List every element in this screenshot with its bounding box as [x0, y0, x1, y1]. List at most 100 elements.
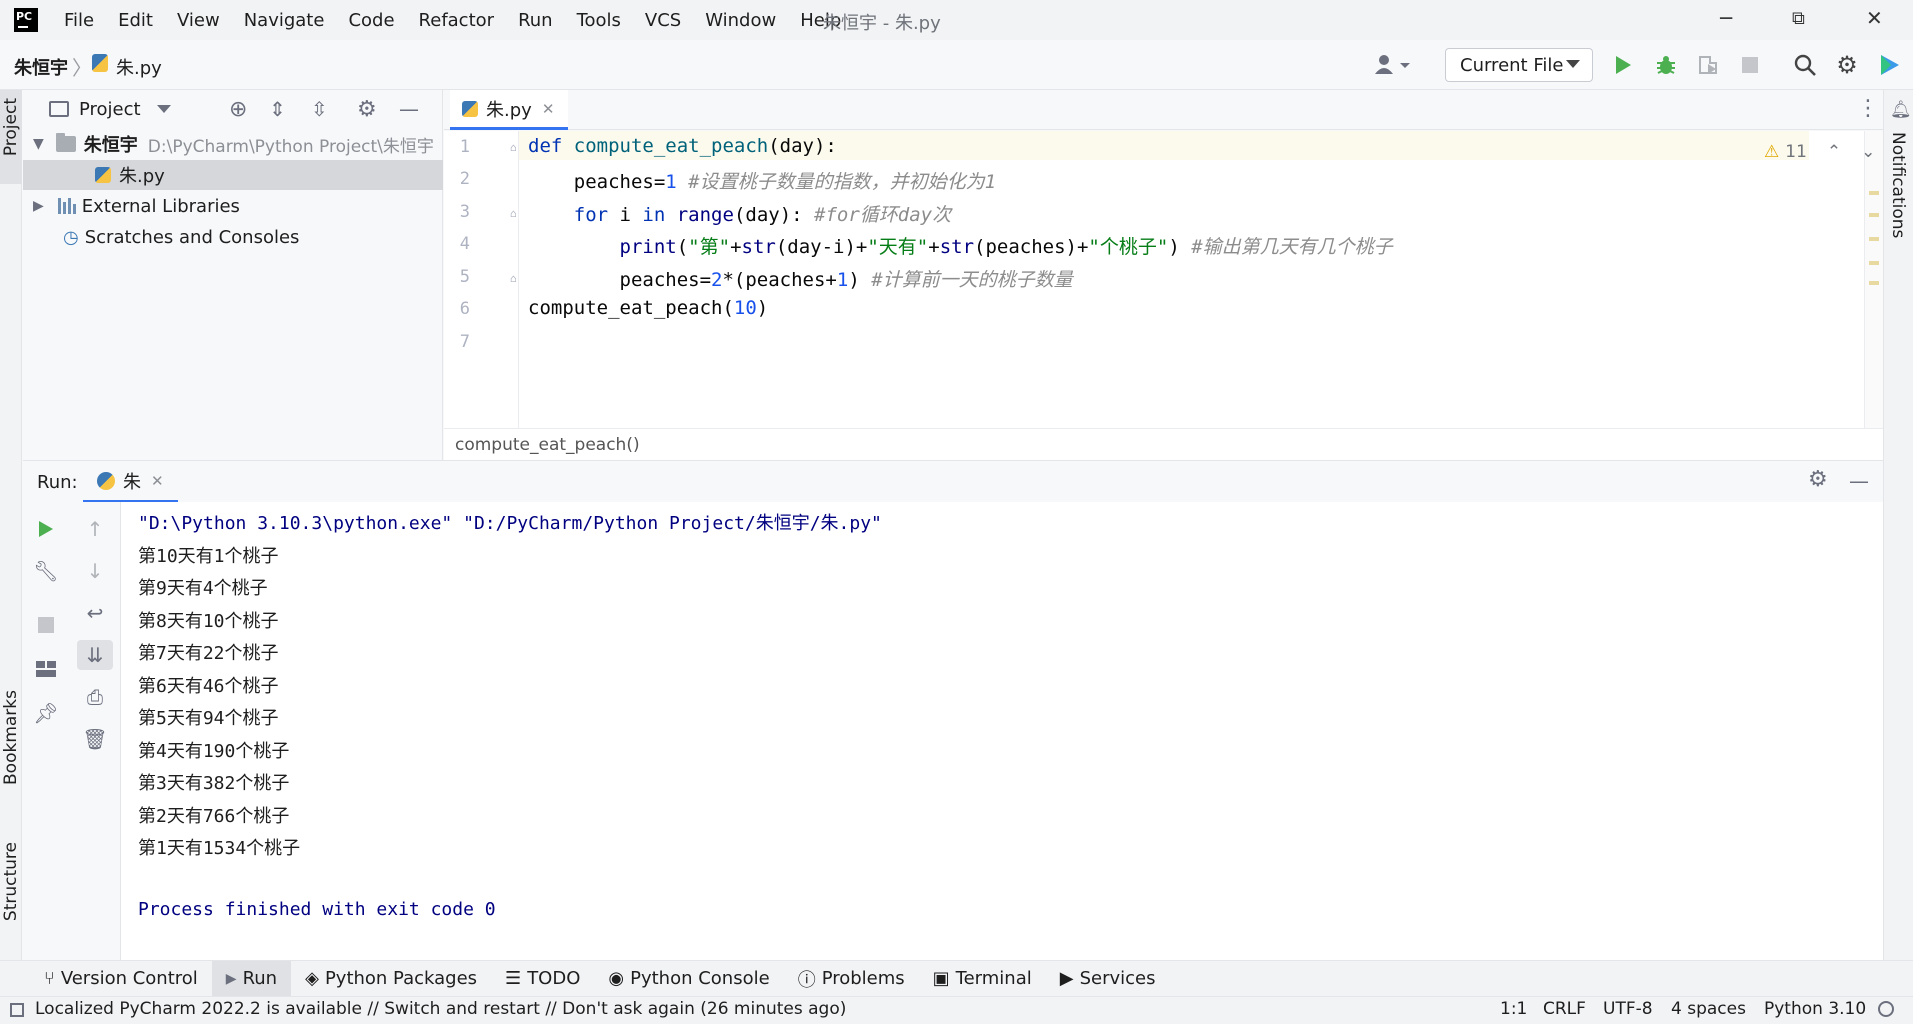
wrench-icon[interactable]: 🔧︎	[23, 556, 69, 586]
structure-tool-button[interactable]: Structure	[1, 842, 21, 921]
settings-gear-icon[interactable]: ⚙	[1834, 51, 1860, 79]
tree-row-external-libraries[interactable]: ▶ External Libraries	[23, 191, 443, 221]
navigation-bar: 朱恒宇 〉 朱.py Current File ⚙	[0, 40, 1913, 90]
fold-marker-icon[interactable]: ⌂	[510, 141, 517, 154]
soft-wrap-icon[interactable]: ↩	[72, 598, 118, 628]
pin-icon[interactable]: 📌︎	[23, 698, 69, 728]
chevron-right-icon[interactable]: ▶	[33, 198, 44, 214]
hide-panel-icon[interactable]: —	[1849, 469, 1869, 493]
run-tab[interactable]: 朱 ✕	[83, 461, 178, 503]
coverage-icon[interactable]	[1695, 52, 1721, 78]
minimize-button[interactable]: ─	[1720, 6, 1732, 30]
menu-edit[interactable]: Edit	[118, 10, 153, 31]
jetbrains-ai-icon[interactable]	[1876, 52, 1902, 78]
close-window-button[interactable]: ✕	[1866, 6, 1883, 30]
project-tool-button[interactable]: Project	[1, 98, 21, 156]
more-options-icon[interactable]: ⋮	[1857, 96, 1879, 121]
packages-icon: ◈	[305, 968, 319, 989]
menu-view[interactable]: View	[177, 10, 220, 31]
toggle-tool-windows-icon[interactable]	[10, 1003, 24, 1017]
options-gear-icon[interactable]: ⚙	[357, 97, 377, 122]
terminal-icon: ▣	[932, 968, 950, 989]
tree-row-root[interactable]: ▼ 朱恒宇 D:\PyCharm\Python Project\朱恒宇	[23, 129, 443, 159]
function-breadcrumb[interactable]: compute_eat_peach()	[455, 435, 640, 455]
chevron-down-icon[interactable]: ▼	[33, 136, 44, 152]
code-line-2: peaches=1 #设置桃子数量的指数，并初始化为1	[528, 171, 997, 193]
bell-icon[interactable]: 🔔︎	[1890, 100, 1912, 120]
trash-icon[interactable]: 🗑︎	[72, 724, 118, 754]
menu-run[interactable]: Run	[518, 10, 553, 31]
python-console-tool-button[interactable]: ◉ Python Console	[594, 961, 783, 997]
file-encoding[interactable]: UTF-8	[1603, 999, 1653, 1019]
chevron-down-icon[interactable]: ⌄	[1861, 142, 1875, 162]
run-configuration-select[interactable]: Current File	[1445, 48, 1593, 82]
status-message[interactable]: Localized PyCharm 2022.2 is available //…	[35, 999, 846, 1019]
todo-tool-button[interactable]: ☰ TODO	[491, 961, 594, 997]
run-settings-gear-icon[interactable]: ⚙	[1808, 467, 1828, 492]
python-packages-tool-button[interactable]: ◈ Python Packages	[291, 961, 491, 997]
menu-vcs[interactable]: VCS	[645, 10, 681, 31]
editor-scrollbar[interactable]	[1864, 131, 1883, 428]
print-icon[interactable]: ⎙	[72, 682, 118, 712]
close-tab-icon[interactable]: ✕	[151, 472, 164, 490]
tree-row-file[interactable]: 朱.py	[23, 160, 443, 190]
user-account-icon[interactable]	[1374, 54, 1414, 81]
console-output-line: 第10天有1个桃子	[138, 546, 279, 567]
notifications-tool-button[interactable]: Notifications	[1888, 132, 1908, 238]
line-separator[interactable]: CRLF	[1543, 999, 1586, 1019]
tool-window-bar: ⑂ Version Control ▶ Run ◈ Python Packages ☰…	[0, 960, 1913, 997]
arrow-down-icon[interactable]: ↓	[72, 556, 118, 586]
restore-button[interactable]: ⧉	[1792, 8, 1805, 29]
lock-status-icon[interactable]	[1878, 1001, 1894, 1017]
inspection-widget[interactable]: ⚠ 11 ⌃ ⌄	[1764, 142, 1875, 162]
fold-marker-icon[interactable]: ⌂	[510, 207, 517, 220]
hide-panel-icon[interactable]: —	[399, 97, 419, 121]
code-line-4: print("第"+str(day-i)+"天有"+str(peaches)+"…	[619, 236, 1393, 258]
terminal-tool-button[interactable]: ▣ Terminal	[919, 961, 1046, 997]
fold-marker-icon[interactable]: ⌂	[510, 272, 517, 285]
locate-target-icon[interactable]: ⊕	[229, 97, 247, 122]
chevron-down-icon[interactable]	[156, 105, 171, 113]
project-panel-title[interactable]: Project	[79, 99, 141, 120]
breadcrumb-project[interactable]: 朱恒宇	[14, 54, 68, 80]
search-icon[interactable]	[1792, 52, 1818, 78]
collapse-all-icon[interactable]: ⇳	[311, 97, 328, 121]
menu-window[interactable]: Window	[705, 10, 776, 31]
interpreter-selector[interactable]: Python 3.10	[1764, 999, 1866, 1019]
layout-icon[interactable]	[23, 654, 69, 684]
run-tab-label: 朱	[123, 471, 141, 493]
menu-refactor[interactable]: Refactor	[419, 10, 495, 31]
services-icon: ▶︎	[1059, 968, 1074, 989]
menu-navigate[interactable]: Navigate	[244, 10, 325, 31]
version-control-tool-button[interactable]: ⑂ Version Control	[30, 961, 212, 997]
menu-tools[interactable]: Tools	[577, 10, 621, 31]
run-console[interactable]: "D:\Python 3.10.3\python.exe" "D:/PyChar…	[121, 502, 1883, 960]
editor-tab-active[interactable]: 朱.py ✕	[450, 90, 569, 130]
breadcrumb-file[interactable]: 朱.py	[116, 54, 162, 80]
console-output-line: 第6天有46个桃子	[138, 676, 279, 697]
scratches-label: Scratches and Consoles	[84, 226, 300, 248]
menu-code[interactable]: Code	[348, 10, 394, 31]
file-name: 朱.py	[119, 166, 165, 187]
code-editor[interactable]: 1 2 3 4 5 6 7 ⌂ ⌂ ⌂ def compute_eat_peac…	[444, 131, 1883, 428]
indent-setting[interactable]: 4 spaces	[1671, 999, 1746, 1019]
expand-all-icon[interactable]: ⇕	[269, 97, 286, 121]
arrow-up-icon[interactable]: ↑	[72, 514, 118, 544]
run-tool-button[interactable]: ▶ Run	[211, 960, 292, 997]
debug-bug-icon[interactable]	[1653, 52, 1679, 78]
close-tab-icon[interactable]: ✕	[542, 100, 555, 118]
rerun-icon[interactable]	[23, 514, 69, 544]
chevron-up-icon[interactable]: ⌃	[1827, 142, 1841, 162]
tree-row-scratches[interactable]: ◷ Scratches and Consoles	[23, 222, 443, 252]
stop-icon[interactable]	[1737, 52, 1763, 78]
line-number: 1	[459, 137, 470, 157]
run-button[interactable]	[1610, 52, 1636, 78]
bookmarks-tool-button[interactable]: Bookmarks	[1, 690, 21, 785]
services-tool-button[interactable]: ▶︎ Services	[1046, 961, 1170, 997]
library-icon	[57, 198, 78, 214]
stop-icon[interactable]	[23, 610, 69, 640]
scroll-to-end-icon[interactable]: ⇊	[77, 640, 113, 670]
caret-position[interactable]: 1:1	[1500, 999, 1527, 1019]
problems-tool-button[interactable]: ⓘ Problems	[784, 961, 919, 997]
menu-file[interactable]: File	[64, 10, 94, 31]
